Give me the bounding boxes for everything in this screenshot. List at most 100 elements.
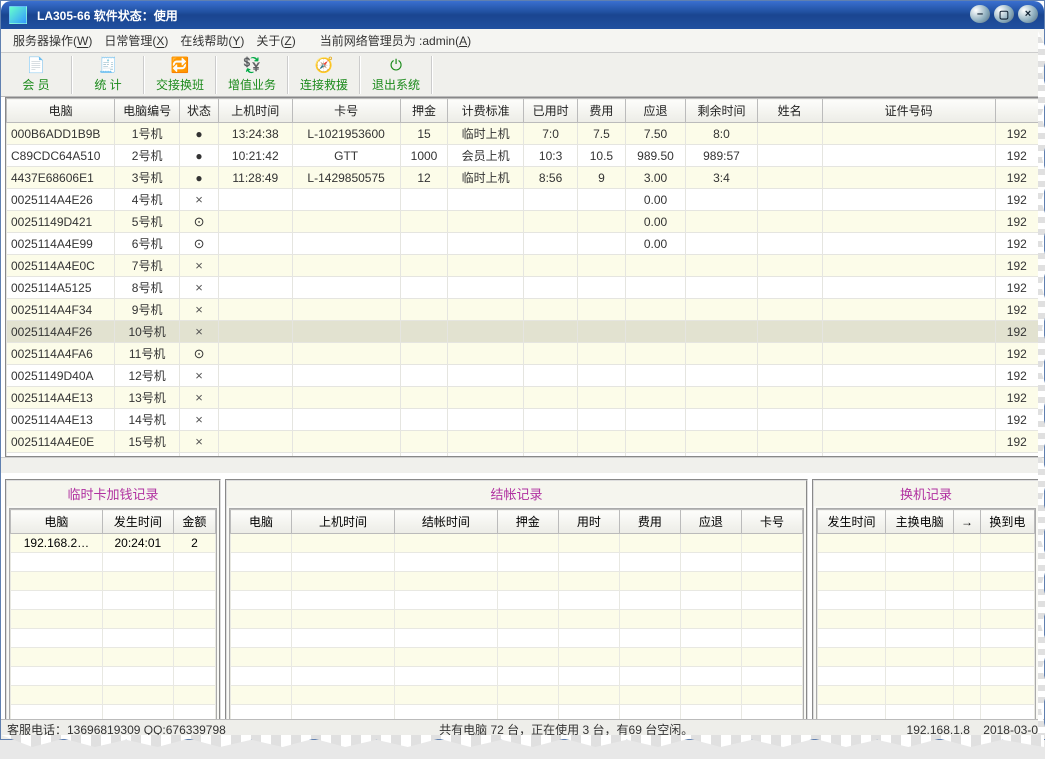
status-x-icon [195, 193, 203, 207]
menu-y[interactable]: 在线帮助(Y) [174, 32, 250, 50]
app-window: LA305-66 软件状态：使用 – ▢ × 服务器操作(W)日常管理(X)在线… [0, 0, 1045, 740]
close-button[interactable]: × [1018, 5, 1038, 23]
col-6[interactable]: 计费标准 [448, 99, 524, 123]
computer-grid[interactable]: 电脑电脑编号状态上机时间卡号押金计费标准已用时费用应退剩余时间姓名证件号码 00… [5, 97, 1040, 457]
titlebar[interactable]: LA305-66 软件状态：使用 – ▢ × [1, 1, 1044, 29]
swap-grid[interactable]: 发生时间主换电脑→换到电 [817, 509, 1035, 724]
col-0[interactable]: 电脑 [7, 99, 115, 123]
table-row[interactable]: 0025114A4E264号机0.00192 [7, 189, 1039, 211]
col-9[interactable]: 应退 [625, 99, 686, 123]
table-row[interactable]: 00251149D41216号机192 [7, 453, 1039, 458]
table-row[interactable]: 0025114A51258号机192 [7, 277, 1039, 299]
list-item-empty [231, 610, 803, 629]
list-item-empty [231, 686, 803, 705]
table-row[interactable]: 0025114A4E1314号机192 [7, 409, 1039, 431]
col-4[interactable]: 卡号 [292, 99, 400, 123]
tool-member-label: 会 员 [22, 76, 49, 93]
sub-col[interactable]: 电脑 [231, 510, 292, 534]
status-x-icon [195, 391, 203, 405]
list-item-empty [818, 667, 1035, 686]
table-row[interactable]: 0025114A4E996号机0.00192 [7, 233, 1039, 255]
status-x-icon [195, 259, 203, 273]
tool-member-button[interactable]: 📄会 员 [3, 54, 69, 96]
list-item-empty [231, 667, 803, 686]
tempcard-grid[interactable]: 电脑发生时间金额192.168.2…20:24:012 [10, 509, 216, 724]
menu-w[interactable]: 服务器操作(W) [7, 32, 98, 50]
menubar: 服务器操作(W)日常管理(X)在线帮助(Y)关于(Z) 当前网络管理员为 :ad… [1, 29, 1044, 53]
tool-exit-button[interactable]: ⏻ 退出系统 [363, 54, 429, 96]
admin-prefix: 当前网络管理员为 : [320, 34, 423, 48]
col-2[interactable]: 状态 [180, 99, 219, 123]
table-row[interactable]: 00251149D4215号机0.00192 [7, 211, 1039, 233]
sub-col[interactable]: 上机时间 [292, 510, 395, 534]
maximize-button[interactable]: ▢ [994, 5, 1014, 23]
list-item-empty [818, 610, 1035, 629]
table-row[interactable]: 0025114A4E1313号机192 [7, 387, 1039, 409]
sub-col[interactable]: 用时 [558, 510, 619, 534]
col-13[interactable] [995, 99, 1038, 123]
table-row[interactable]: C89CDC64A5102号机10:21:42GTT1000会员上机10:310… [7, 145, 1039, 167]
table-row[interactable]: 0025114A4FA611号机192 [7, 343, 1039, 365]
table-row[interactable]: 00251149D40A12号机192 [7, 365, 1039, 387]
table-row[interactable]: 0025114A4F349号机192 [7, 299, 1039, 321]
list-item-empty [818, 534, 1035, 553]
list-item-empty [11, 667, 216, 686]
list-item-empty [818, 629, 1035, 648]
table-row[interactable]: 0025114A4E0C7号机192 [7, 255, 1039, 277]
status-contact: 客服电话：13696819309 QQ:676339798 [7, 721, 226, 738]
col-11[interactable]: 姓名 [757, 99, 822, 123]
sub-col[interactable]: → [954, 510, 981, 534]
col-3[interactable]: 上机时间 [219, 99, 293, 123]
tool-stats-label: 统 计 [94, 76, 121, 93]
admin-accel: A [459, 34, 467, 48]
sub-col[interactable]: 结帐时间 [394, 510, 497, 534]
sub-col[interactable]: 金额 [173, 510, 215, 534]
table-row[interactable]: 4437E68606E13号机11:28:49L-142985057512临时上… [7, 167, 1039, 189]
col-10[interactable]: 剩余时间 [686, 99, 757, 123]
status-filled-icon [195, 149, 202, 163]
table-row[interactable]: 000B6ADD1B9B1号机13:24:38L-102195360015临时上… [7, 123, 1039, 145]
sub-col[interactable]: 应退 [680, 510, 741, 534]
tool-shift-button[interactable]: 🔁交接换班 [147, 54, 213, 96]
sub-col[interactable]: 发生时间 [818, 510, 886, 534]
table-row[interactable]: 0025114A4F2610号机192 [7, 321, 1039, 343]
list-item-empty [818, 572, 1035, 591]
exit-icon: ⏻ [386, 56, 406, 74]
status-filled-icon [195, 171, 202, 185]
list-item-empty [11, 629, 216, 648]
status-ring-icon [194, 347, 205, 361]
table-row[interactable]: 0025114A4E0E15号机192 [7, 431, 1039, 453]
col-1[interactable]: 电脑编号 [115, 99, 180, 123]
menu-x[interactable]: 日常管理(X) [98, 32, 174, 50]
tool-stats-button[interactable]: 🧾统 计 [75, 54, 141, 96]
tool-rescue-label: 连接救援 [300, 76, 348, 93]
menu-z[interactable]: 关于(Z) [250, 32, 301, 50]
list-item-empty [231, 572, 803, 591]
panel-tempcard-title: 临时卡加钱记录 [7, 481, 219, 506]
list-item[interactable]: 192.168.2…20:24:012 [11, 534, 216, 553]
tool-valueadd-button[interactable]: 💱增值业务 [219, 54, 285, 96]
tool-rescue-button[interactable]: 🧭连接救援 [291, 54, 357, 96]
valueadd-icon: 💱 [242, 56, 262, 74]
sub-col[interactable]: 发生时间 [102, 510, 173, 534]
status-x-icon [195, 369, 203, 383]
tool-exit-label: 退出系统 [372, 76, 420, 93]
list-item-empty [818, 648, 1035, 667]
settle-grid[interactable]: 电脑上机时间结帐时间押金用时费用应退卡号 [230, 509, 803, 724]
status-ring-icon [194, 237, 205, 251]
col-12[interactable]: 证件号码 [822, 99, 995, 123]
col-7[interactable]: 已用时 [524, 99, 578, 123]
col-5[interactable]: 押金 [400, 99, 448, 123]
sub-col[interactable]: 主换电脑 [886, 510, 954, 534]
sub-col[interactable]: 押金 [497, 510, 558, 534]
col-8[interactable]: 费用 [578, 99, 626, 123]
minimize-button[interactable]: – [970, 5, 990, 23]
main-grid-hscroll[interactable] [1, 457, 1044, 473]
sub-col[interactable]: 换到电 [980, 510, 1034, 534]
sub-col[interactable]: 费用 [619, 510, 680, 534]
list-item-empty [11, 572, 216, 591]
list-item-empty [231, 534, 803, 553]
sub-col[interactable]: 电脑 [11, 510, 103, 534]
sub-col[interactable]: 卡号 [741, 510, 802, 534]
list-item-empty [11, 648, 216, 667]
